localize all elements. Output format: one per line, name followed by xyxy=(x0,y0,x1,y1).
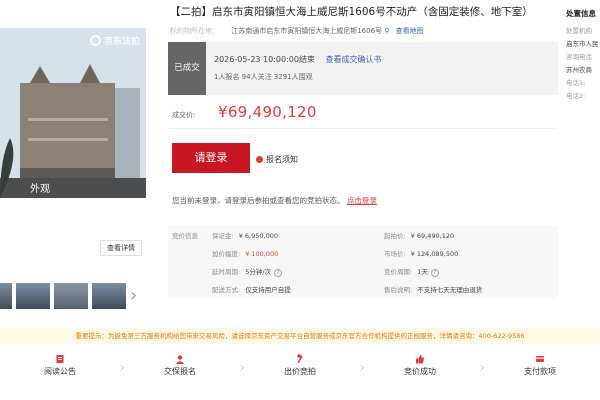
step-bid: 出价竞拍 › xyxy=(240,350,365,390)
info-value: 不支持七天无理由退货 xyxy=(417,286,483,294)
thumbnail-strip xyxy=(0,283,126,309)
help-icon[interactable]: ? xyxy=(274,269,283,277)
view-map-link[interactable]: 查看地图 xyxy=(396,27,424,35)
logo-icon xyxy=(89,35,101,46)
photo-caption: 外观 xyxy=(30,184,50,195)
user-icon xyxy=(176,355,184,364)
divider xyxy=(168,128,558,129)
subject-label: 标的物所在地： xyxy=(170,27,219,35)
thumbnail[interactable] xyxy=(0,283,12,309)
building-image xyxy=(0,28,146,198)
info-value: 5分钟/次 xyxy=(245,268,272,276)
status-badge: 已成交 xyxy=(168,42,206,95)
deal-price-label: 成交价: xyxy=(172,111,196,119)
payment-icon xyxy=(536,356,544,362)
page-title: 【二拍】启东市寅阳镇恒大海上威尼斯1606号不动产（含固定装修、地下室） xyxy=(170,6,533,18)
click-login-link[interactable]: 点击登录 xyxy=(347,196,377,205)
end-time: 2026-05-23 10:00:00结束 查看成交确认书 xyxy=(214,54,382,65)
auction-status-box: 已成交 2026-05-23 10:00:00结束 查看成交确认书 1人报名 9… xyxy=(168,42,558,95)
hammer-icon xyxy=(296,354,303,364)
thumb-up-icon xyxy=(416,355,424,364)
info-key: 保证金: xyxy=(212,232,234,240)
end-time-text: 2026-05-23 10:00:00结束 xyxy=(214,55,315,64)
info-key: 起拍价: xyxy=(384,232,406,240)
location-pin-icon: ⚲ xyxy=(384,27,390,35)
info-row-bid-period: 竞价周期: 1天? xyxy=(384,266,439,277)
info-key: 售后说明: xyxy=(384,286,413,294)
rc-key: 咨询电话 xyxy=(566,53,592,61)
info-value: ¥ 6,950,000 xyxy=(238,232,278,240)
rc-value[interactable]: 启东市人民 xyxy=(566,38,599,48)
step-label: 出价竞拍 xyxy=(284,367,316,376)
step-label: 阅读公告 xyxy=(44,367,76,376)
login-tip: 您当前未登录，请登录后参拍或查看您的竞拍状态。 点击登录 xyxy=(172,195,377,206)
info-value: ¥ 124,089,500 xyxy=(410,250,459,258)
info-key: 加价幅度: xyxy=(212,250,241,258)
thumbnail[interactable] xyxy=(92,283,126,309)
info-value: ¥ 69,490,120 xyxy=(410,232,455,240)
step-read-notice: 阅读公告 › xyxy=(0,350,125,390)
document-icon xyxy=(56,355,64,363)
chevron-right-icon[interactable]: › xyxy=(130,285,137,306)
step-payment: 支付款项 xyxy=(480,350,600,390)
view-detail-button[interactable]: 查看详情 xyxy=(100,240,142,256)
info-row-delay-period: 延时周期: 5分钟/次? xyxy=(212,266,283,277)
participant-counts: 1人报名 94人关注 3291人围观 xyxy=(214,73,313,81)
rc-value: 苏州农商 xyxy=(566,66,592,74)
notice-link-label: 报名须知 xyxy=(266,155,298,164)
step-bid-success: 竞价成功 › xyxy=(360,350,485,390)
info-key: 配送方式: xyxy=(212,286,241,294)
login-button[interactable]: 请登录 xyxy=(172,143,250,173)
info-row-delivery: 配送方式: 仅支持用户自提 xyxy=(212,284,291,294)
info-value: 1天 xyxy=(417,268,428,276)
info-row-increment: 加价幅度: ¥ 100,000 xyxy=(212,248,278,258)
rc-key: 处置机构 xyxy=(566,27,592,35)
info-dot-icon xyxy=(256,156,263,163)
rc-key: 电话1: xyxy=(566,79,586,87)
step-label: 竞价成功 xyxy=(404,367,436,376)
info-row-after-sales: 售后说明: 不支持七天无理由退货 xyxy=(384,284,482,294)
confirmation-link[interactable]: 查看成交确认书 xyxy=(326,55,382,64)
step-label: 支付款项 xyxy=(524,367,556,376)
subject-address: 江苏南通市启东市寅阳镇恒大海上威尼斯1606号 xyxy=(231,27,383,35)
disposal-info-title: 处置信息 xyxy=(566,9,596,18)
info-row-market-price: 市场价: ¥ 124,089,500 xyxy=(384,248,458,258)
main-photo[interactable]: 京东法拍 外观 xyxy=(0,28,146,198)
info-value: 仅支持用户自提 xyxy=(245,286,291,294)
info-row-start-price: 起拍价: ¥ 69,490,120 xyxy=(384,230,454,240)
info-key: 市场价: xyxy=(384,250,406,258)
step-label: 交保报名 xyxy=(164,367,196,376)
watermark-logo: 京东法拍 xyxy=(89,34,140,47)
thumbnail[interactable] xyxy=(16,283,50,309)
info-row-deposit: 保证金: ¥ 6,950,000 xyxy=(212,230,278,240)
deal-price-value: ¥69,490,120 xyxy=(218,103,317,121)
info-value: ¥ 100,000 xyxy=(245,250,279,258)
info-key: 延时周期: xyxy=(212,268,241,276)
process-steps: 阅读公告 › 交保报名 › 出价竞拍 › 竞价成功 › 支付款项 xyxy=(0,350,600,390)
bid-info-section-label: 竞价信息 xyxy=(172,232,198,240)
step-deposit-register: 交保报名 › xyxy=(120,350,245,390)
bid-info-label: 竞价信息 xyxy=(172,230,198,240)
info-key: 竞价周期: xyxy=(384,268,413,276)
warning-bar: 重要提示：为避免第三方服务机构给您带来交易风险，请选择京东资产交易平台自营服务或… xyxy=(0,328,600,344)
login-tip-text: 您当前未登录，请登录后参拍或查看您的竞拍状态。 xyxy=(172,196,345,205)
help-icon[interactable]: ? xyxy=(430,269,439,277)
watermark-text: 京东法拍 xyxy=(103,37,140,47)
rc-key: 电话2: xyxy=(566,92,586,100)
registration-notice-link[interactable]: 报名须知 xyxy=(256,154,298,165)
subject-location: 标的物所在地： 江苏南通市启东市寅阳镇恒大海上威尼斯1606号 ⚲ 查看地图 xyxy=(170,26,424,36)
thumbnail[interactable] xyxy=(54,283,88,309)
